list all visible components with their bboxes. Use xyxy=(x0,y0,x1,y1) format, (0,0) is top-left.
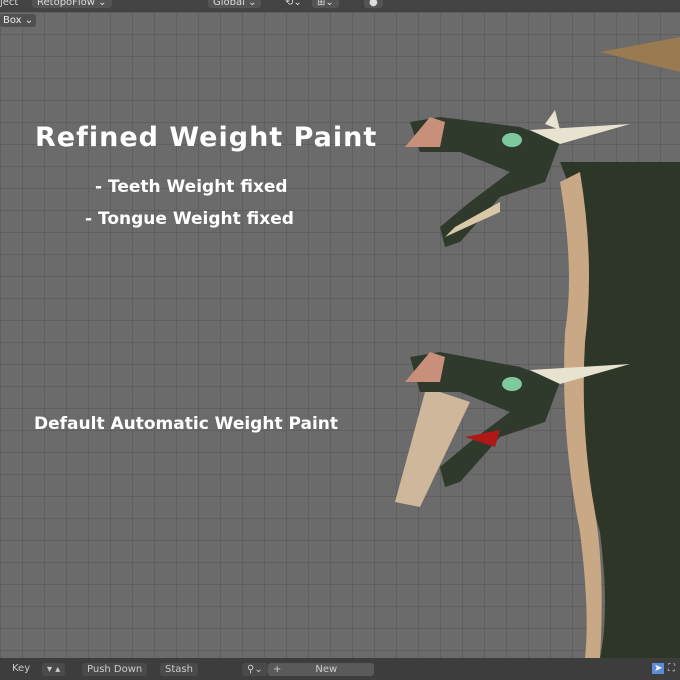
header-toolbar: ject RetopoFlow ⌄ Global ⌄ ⟲⌄ ⊞⌄ ● xyxy=(0,0,680,12)
3d-viewport[interactable] xyxy=(0,12,680,658)
title-text: Refined Weight Paint xyxy=(35,122,378,153)
proportional-editing-icon[interactable]: ⊞⌄ xyxy=(312,0,339,8)
overlay-icon[interactable]: ● xyxy=(364,0,383,8)
new-action-button[interactable]: + New xyxy=(268,663,374,676)
plus-icon: + xyxy=(273,664,282,675)
orientation-dropdown[interactable]: Global ⌄ xyxy=(208,0,262,8)
key-menu[interactable]: Key xyxy=(12,663,30,674)
snap-icon[interactable]: ⟲⌄ xyxy=(285,0,302,8)
move-down-button[interactable]: ▾ ▴ xyxy=(42,663,66,676)
push-down-button[interactable]: Push Down xyxy=(82,663,148,676)
stash-button[interactable]: Stash xyxy=(160,663,198,676)
timeline-bar: Key ▾ ▴ Push Down Stash ⚲⌄ + New ➤ ⛶ xyxy=(0,658,680,680)
note-tongue: - Tongue Weight fixed xyxy=(85,209,294,229)
action-browse-icon[interactable]: ⚲⌄ xyxy=(242,663,268,676)
select-tool-icon[interactable]: ➤ xyxy=(652,663,665,674)
box-tool-icon[interactable]: ⛶ xyxy=(668,663,675,674)
dragon-model xyxy=(395,37,680,658)
mode-menu[interactable]: ject xyxy=(0,0,18,8)
default-label: Default Automatic Weight Paint xyxy=(34,414,339,434)
new-label: New xyxy=(315,664,338,675)
box-select-dropdown[interactable]: Box ⌄ xyxy=(0,14,37,27)
note-teeth: - Teeth Weight fixed xyxy=(95,177,288,197)
addon-dropdown[interactable]: RetopoFlow ⌄ xyxy=(32,0,112,8)
